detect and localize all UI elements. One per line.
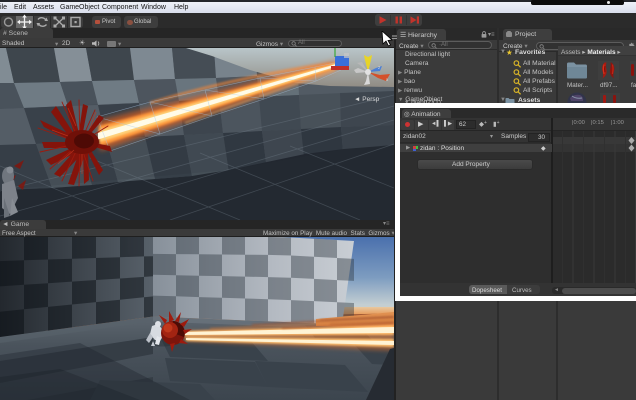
svg-text:◄ Persp: ◄ Persp — [354, 96, 380, 103]
